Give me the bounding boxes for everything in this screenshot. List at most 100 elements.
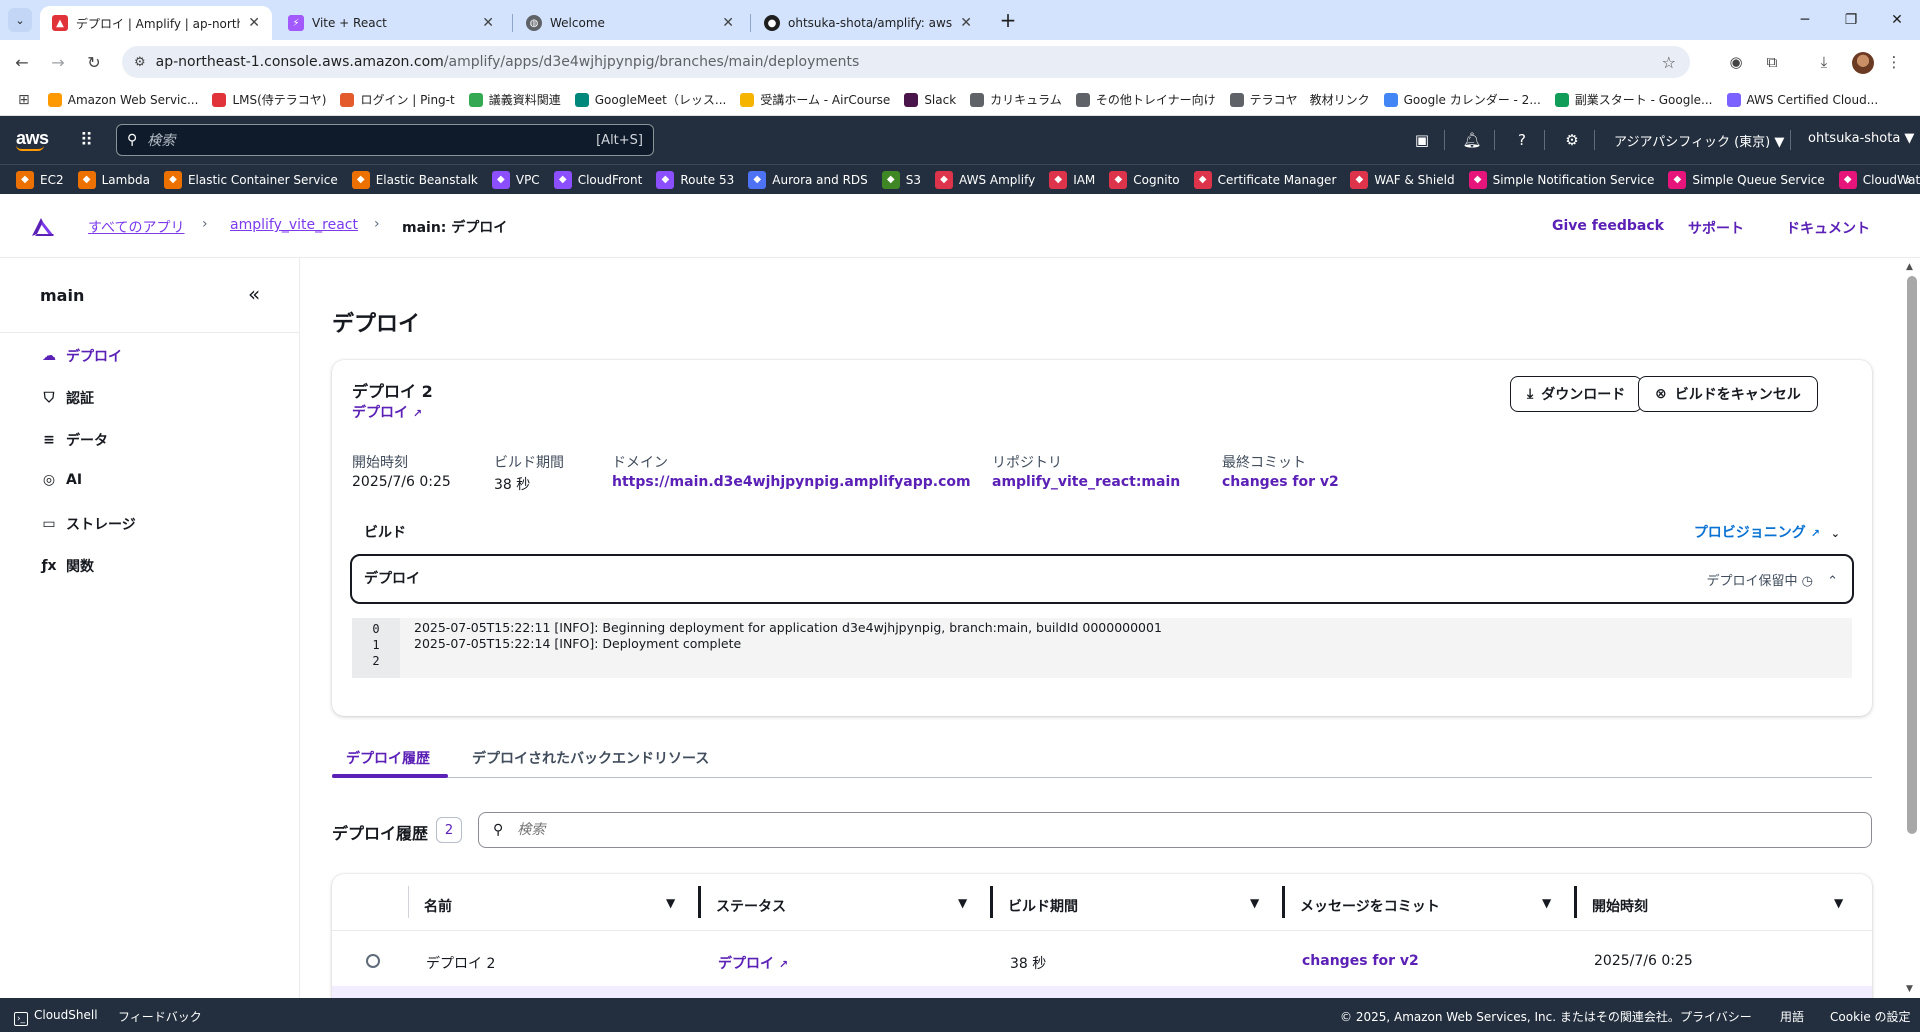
reload-icon[interactable]: ↻ [82, 50, 106, 74]
terms-link[interactable]: 用語 [1780, 1008, 1804, 1025]
help-icon[interactable]: ? [1512, 130, 1532, 150]
close-tab-icon[interactable]: ✕ [482, 15, 494, 31]
sort-caret-icon[interactable]: ▼ [666, 896, 675, 910]
bookmark-item[interactable]: GoogleMeet（レッス... [574, 91, 726, 108]
bookmark-item[interactable]: テラコヤ 教材リンク [1229, 91, 1370, 108]
column-separator[interactable] [698, 886, 701, 918]
table-cell-status-link[interactable]: デプロイ ↗ [718, 953, 788, 973]
bookmark-item[interactable]: Google カレンダー - 2... [1383, 91, 1541, 108]
cloudshell-link[interactable]: ›_ CloudShell [14, 1008, 98, 1026]
sort-caret-icon[interactable]: ▼ [958, 896, 967, 910]
breadcrumb-all-apps[interactable]: すべてのアプリ [88, 217, 184, 237]
support-link[interactable]: サポート [1688, 218, 1744, 238]
domain-link[interactable]: https://main.d3e4wjhjpynpig.amplifyapp.c… [612, 474, 971, 490]
scroll-right-icon[interactable]: › [1906, 170, 1912, 189]
apps-grid-icon[interactable]: ⊞ [18, 92, 30, 108]
column-separator[interactable] [990, 886, 993, 918]
service-shortcut[interactable]: ◆ EC2 [16, 170, 64, 189]
column-separator[interactable] [1574, 886, 1577, 918]
feedback-link[interactable]: フィードバック [118, 1008, 202, 1025]
column-header-duration[interactable]: ビルド期間 [1008, 896, 1078, 916]
aws-logo[interactable]: aws [16, 128, 49, 151]
provisioning-toggle[interactable]: プロビジョニング ↗ ⌄ [1694, 522, 1840, 542]
sort-caret-icon[interactable]: ▼ [1834, 896, 1843, 910]
bookmark-item[interactable]: 受講ホーム - AirCourse [740, 91, 890, 108]
service-shortcut[interactable]: ◆ Simple Queue Service [1668, 170, 1825, 189]
notifications-bell-icon[interactable]: 🔔︎ [1462, 130, 1482, 150]
service-shortcut[interactable]: ◆ S3 [881, 170, 921, 189]
scroll-down-icon[interactable]: ▼ [1906, 984, 1913, 994]
minimize-icon[interactable]: ─ [1782, 6, 1828, 34]
restore-icon[interactable]: ❐ [1828, 6, 1874, 34]
service-shortcut[interactable]: ◆ Lambda [77, 170, 150, 189]
amplify-logo-icon[interactable] [30, 214, 60, 238]
bookmark-item[interactable]: ログイン | Ping-t [340, 91, 455, 108]
service-shortcut[interactable]: ◆ WAF & Shield [1350, 170, 1455, 189]
deployment-status-link[interactable]: デプロイ ↗ [352, 402, 422, 422]
give-feedback-link[interactable]: Give feedback [1552, 218, 1664, 234]
service-shortcut[interactable]: ◆ AWS Amplify [935, 170, 1035, 189]
services-grid-icon[interactable]: ⠿ [80, 130, 93, 151]
download-icon[interactable]: ⤓ [1814, 52, 1834, 72]
service-shortcut[interactable]: ◆ IAM [1049, 170, 1095, 189]
tab-deploy-history[interactable]: デプロイ履歴 [346, 748, 430, 768]
region-selector[interactable]: アジアパシフィック (東京) ▼ [1614, 131, 1784, 150]
last-commit-link[interactable]: changes for v2 [1222, 474, 1339, 490]
more-menu-icon[interactable]: ⋮ [1884, 52, 1904, 72]
column-header-name[interactable]: 名前 [424, 896, 452, 916]
service-shortcut[interactable]: ◆ Cognito [1109, 170, 1180, 189]
service-shortcut[interactable]: ◆ Elastic Beanstalk [351, 170, 478, 189]
sidebar-item[interactable]: ƒx 関数 [40, 556, 94, 576]
close-tab-icon[interactable]: ✕ [960, 15, 972, 31]
scrollbar-thumb[interactable] [1907, 276, 1917, 834]
scroll-up-icon[interactable]: ▲ [1906, 262, 1913, 272]
sidebar-item[interactable]: ⛉ 認証 [40, 388, 94, 408]
service-shortcut[interactable]: ◆ Route 53 [656, 170, 734, 189]
documentation-link[interactable]: ドキュメント [1786, 218, 1870, 238]
browser-tab-amplify[interactable]: ▲ デプロイ | Amplify | ap-northeast- ✕ [40, 6, 272, 40]
extensions-icon[interactable]: ⧉ [1762, 52, 1782, 72]
close-tab-icon[interactable]: ✕ [722, 15, 734, 31]
column-header-commit[interactable]: メッセージをコミット [1300, 896, 1440, 916]
aws-search-input[interactable]: ⚲ 検索 [Alt+S] [116, 124, 654, 156]
row-select-radio[interactable] [366, 954, 380, 968]
tab-search-button[interactable]: ⌄ [8, 8, 32, 32]
service-shortcut[interactable]: ◆ Elastic Container Service [163, 170, 338, 189]
sidebar-item[interactable]: ◎ AI [40, 472, 82, 488]
history-search[interactable]: ⚲ [478, 812, 1872, 848]
bookmark-item[interactable]: その他トレイナー向け [1075, 91, 1216, 108]
privacy-link[interactable]: プライバシー [1680, 1008, 1752, 1025]
cancel-build-button[interactable]: ⊗ ビルドをキャンセル [1638, 376, 1818, 412]
column-separator[interactable] [1282, 886, 1285, 918]
history-search-input[interactable] [517, 822, 1871, 838]
account-menu[interactable]: ohtsuka-shota ▼ [1808, 131, 1914, 146]
breadcrumb-app[interactable]: amplify_vite_react [230, 217, 358, 233]
browser-tab-vite[interactable]: ⚡ Vite + React ✕ [276, 6, 506, 40]
tab-backend-resources[interactable]: デプロイされたバックエンドリソース [472, 748, 709, 768]
service-shortcut[interactable]: ◆ Aurora and RDS [748, 170, 868, 189]
sort-caret-icon[interactable]: ▼ [1250, 896, 1259, 910]
download-button[interactable]: ⤓ ダウンロード [1510, 376, 1643, 412]
table-row[interactable] [332, 986, 1872, 998]
bookmark-item[interactable]: カリキュラム [970, 91, 1062, 108]
service-shortcut[interactable]: ◆ Simple Notification Service [1468, 170, 1654, 189]
column-header-start-time[interactable]: 開始時刻 [1592, 896, 1648, 916]
back-icon[interactable]: ← [10, 50, 34, 74]
sort-caret-icon[interactable]: ▼ [1542, 896, 1551, 910]
bookmark-item[interactable]: 議義資料関連 [468, 91, 561, 108]
forward-icon[interactable]: → [46, 50, 70, 74]
site-settings-icon[interactable]: ⚙ [134, 55, 146, 70]
bookmark-item[interactable]: 副業スタート - Google... [1554, 91, 1713, 108]
service-shortcut[interactable]: ◆ CloudFront [553, 170, 642, 189]
table-cell-commit-link[interactable]: changes for v2 [1302, 953, 1419, 969]
bookmark-item[interactable]: Slack [904, 92, 956, 107]
camera-icon[interactable]: ◉ [1726, 52, 1746, 72]
service-shortcut[interactable]: ◆ VPC [491, 170, 540, 189]
browser-tab-github[interactable]: ● ohtsuka-shota/amplify: aws-am ✕ [752, 6, 984, 40]
close-window-icon[interactable]: ✕ [1874, 6, 1920, 34]
cloudshell-icon[interactable]: ▣ [1412, 130, 1432, 150]
close-tab-icon[interactable]: ✕ [248, 15, 260, 31]
bookmark-star-icon[interactable]: ☆ [1662, 53, 1676, 72]
new-tab-button[interactable]: + [996, 8, 1020, 32]
profile-avatar[interactable] [1852, 52, 1874, 74]
